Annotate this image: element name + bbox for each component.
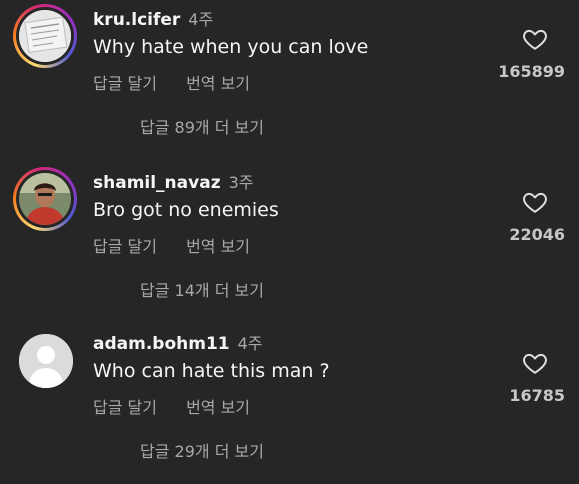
username[interactable]: kru.lcifer 4주: [93, 6, 213, 30]
timestamp: 4주: [237, 334, 263, 353]
view-replies-button[interactable]: 답글 29개 더 보기: [140, 438, 264, 462]
comment-text: Bro got no enemies: [93, 199, 279, 221]
translate-button[interactable]: 번역 보기: [186, 237, 250, 256]
like-count: 16785: [509, 386, 565, 405]
timestamp: 4주: [188, 10, 214, 29]
comment-actions: 답글 달기 번역 보기: [93, 394, 274, 418]
timestamp: 3주: [228, 173, 254, 192]
like-count: 22046: [509, 225, 565, 244]
heart-outline-icon[interactable]: [521, 350, 549, 376]
comment-item: kru.lcifer 4주 Why hate when you can love …: [0, 0, 579, 160]
heart-outline-icon[interactable]: [521, 26, 549, 52]
comment-actions: 답글 달기 번역 보기: [93, 233, 274, 257]
reply-button[interactable]: 답글 달기: [93, 74, 157, 93]
comment-item: adam.bohm11 4주 Who can hate this man ? 답글…: [0, 324, 579, 484]
username-text[interactable]: shamil_navaz: [93, 173, 221, 193]
reply-button[interactable]: 답글 달기: [93, 398, 157, 417]
comment-actions: 답글 달기 번역 보기: [93, 70, 274, 94]
username-text[interactable]: adam.bohm11: [93, 334, 230, 354]
heart-outline-icon[interactable]: [521, 189, 549, 215]
translate-button[interactable]: 번역 보기: [186, 74, 250, 93]
username[interactable]: adam.bohm11 4주: [93, 330, 263, 354]
username-text[interactable]: kru.lcifer: [93, 10, 180, 30]
avatar[interactable]: [13, 167, 77, 231]
comment-text: Who can hate this man ?: [93, 360, 330, 382]
view-replies-button[interactable]: 답글 14개 더 보기: [140, 277, 264, 301]
avatar[interactable]: [13, 4, 77, 68]
avatar[interactable]: [13, 328, 77, 392]
like-count: 165899: [498, 62, 565, 81]
comment-text: Why hate when you can love: [93, 36, 369, 58]
username[interactable]: shamil_navaz 3주: [93, 169, 254, 193]
comment-item: shamil_navaz 3주 Bro got no enemies 답글 달기 …: [0, 163, 579, 323]
view-replies-button[interactable]: 답글 89개 더 보기: [140, 114, 264, 138]
reply-button[interactable]: 답글 달기: [93, 237, 157, 256]
translate-button[interactable]: 번역 보기: [186, 398, 250, 417]
